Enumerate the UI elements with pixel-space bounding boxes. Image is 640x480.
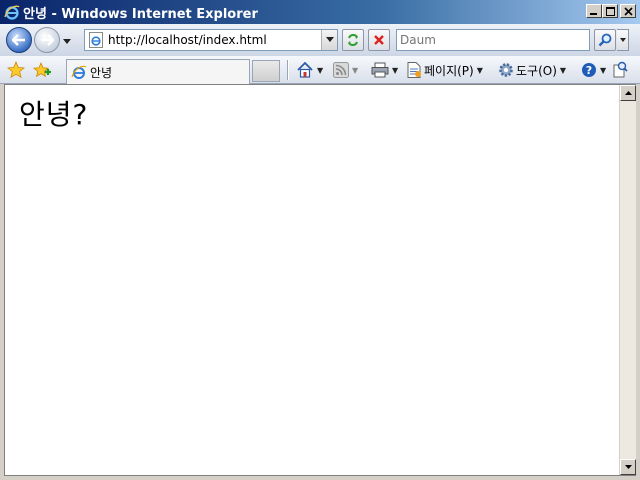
window-title: 안녕 - Windows Internet Explorer — [23, 6, 258, 22]
printer-icon — [371, 62, 389, 78]
research-icon — [613, 61, 628, 78]
forward-button[interactable] — [34, 27, 60, 53]
minimize-button[interactable] — [586, 4, 602, 18]
arrow-down-icon — [624, 465, 632, 469]
address-dropdown-button[interactable] — [321, 30, 337, 50]
search-input[interactable] — [396, 29, 590, 51]
vertical-scrollbar[interactable] — [619, 85, 636, 475]
chevron-down-icon[interactable]: ▼ — [477, 66, 483, 75]
recent-pages-dropdown[interactable] — [62, 36, 72, 46]
gear-icon — [499, 63, 513, 77]
page-ie-icon — [89, 32, 103, 48]
back-button[interactable] — [6, 27, 32, 53]
tools-menu-label: 도구(O) — [516, 63, 557, 78]
tools-menu-button[interactable]: 도구(O) ▼ — [498, 60, 566, 80]
maximize-button[interactable] — [602, 4, 618, 18]
chevron-down-icon — [325, 37, 334, 42]
help-icon: ? — [582, 63, 596, 77]
scroll-up-button[interactable] — [620, 85, 636, 101]
close-button[interactable] — [620, 4, 636, 18]
feeds-button[interactable]: ▼ — [333, 60, 358, 80]
tab-label: 안녕 — [90, 65, 113, 80]
tab-active[interactable]: 안녕 — [66, 59, 250, 84]
new-tab-button[interactable] — [252, 60, 280, 82]
minimize-icon — [590, 13, 597, 15]
page-icon — [407, 62, 421, 78]
rss-icon — [333, 62, 349, 78]
ie-logo-icon — [71, 65, 87, 79]
command-bar: 안녕 ▼ ▼ ▼ 페이지(P) ▼ 도구(O) ▼ ? ▼ — [0, 56, 640, 84]
search-icon — [598, 33, 612, 47]
page-menu-button[interactable]: 페이지(P) ▼ — [406, 60, 483, 80]
toolbar-separator — [287, 60, 289, 80]
svg-text:?: ? — [586, 64, 592, 77]
close-icon — [623, 6, 633, 16]
maximize-icon — [605, 6, 615, 16]
title-bar: 안녕 - Windows Internet Explorer — [0, 0, 640, 24]
refresh-icon — [348, 34, 358, 46]
forward-arrow-icon — [41, 34, 54, 46]
page-menu-label: 페이지(P) — [424, 63, 474, 78]
home-icon — [297, 61, 313, 78]
add-favorites-button[interactable] — [33, 61, 51, 79]
address-bar[interactable]: http://localhost/index.html — [84, 29, 338, 51]
refresh-button[interactable] — [342, 29, 364, 51]
chevron-down-icon[interactable]: ▼ — [600, 66, 606, 75]
ie-logo-icon — [4, 5, 20, 20]
stop-button[interactable] — [368, 29, 390, 51]
search-provider-dropdown[interactable] — [617, 29, 629, 51]
address-toolbar: http://localhost/index.html — [0, 24, 640, 56]
home-button[interactable]: ▼ — [296, 60, 323, 80]
stop-icon — [374, 35, 384, 45]
print-button[interactable]: ▼ — [371, 60, 398, 80]
chevron-down-icon[interactable]: ▼ — [560, 66, 566, 75]
chevron-down-icon[interactable]: ▼ — [317, 66, 323, 75]
page-viewport: 안녕? — [4, 84, 636, 476]
scroll-down-button[interactable] — [620, 459, 636, 475]
back-arrow-icon — [12, 34, 25, 46]
chevron-down-icon — [619, 38, 626, 42]
arrow-up-icon — [624, 91, 632, 95]
help-button[interactable]: ? ▼ — [581, 60, 606, 80]
research-button[interactable] — [612, 60, 628, 80]
address-text[interactable]: http://localhost/index.html — [108, 33, 321, 47]
favorites-center-button[interactable] — [7, 61, 25, 79]
search-button[interactable] — [594, 29, 616, 51]
page-heading: 안녕? — [19, 98, 89, 131]
chevron-down-icon[interactable]: ▼ — [392, 66, 398, 75]
chevron-down-icon[interactable]: ▼ — [352, 66, 358, 75]
